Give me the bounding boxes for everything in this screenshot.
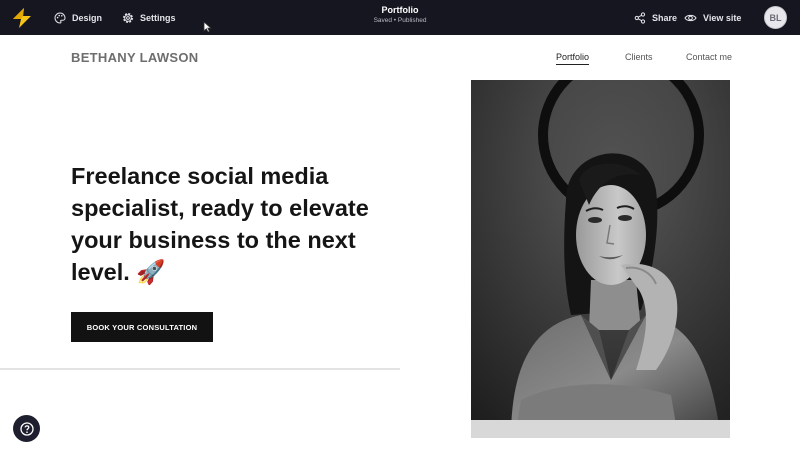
- view-site-label: View site: [703, 12, 742, 23]
- question-mark-icon: [19, 421, 34, 436]
- hero-headline-text: Freelance social media specialist, ready…: [71, 163, 369, 285]
- mouse-cursor-icon: [203, 21, 212, 33]
- rocket-emoji: 🚀: [136, 259, 166, 285]
- view-site-button[interactable]: View site: [684, 0, 741, 35]
- design-label: Design: [72, 12, 103, 23]
- nav-link-clients[interactable]: Clients: [625, 52, 653, 62]
- site-name[interactable]: BETHANY LAWSON: [71, 50, 198, 65]
- document-title-block: Portfolio Saved • Published: [340, 5, 460, 24]
- book-consultation-button[interactable]: BOOK YOUR CONSULTATION: [71, 312, 213, 342]
- user-avatar[interactable]: BL: [764, 6, 787, 29]
- share-button[interactable]: Share: [634, 0, 677, 35]
- palette-icon: [54, 11, 66, 24]
- nav-link-portfolio[interactable]: Portfolio: [556, 52, 590, 65]
- portrait-illustration: [471, 80, 730, 438]
- help-button[interactable]: [13, 415, 40, 442]
- gear-icon: [122, 12, 134, 23]
- document-title: Portfolio: [381, 5, 419, 15]
- eye-icon: [684, 14, 697, 21]
- publish-status: Saved • Published: [373, 17, 427, 24]
- hero-headline: Freelance social media specialist, ready…: [71, 160, 401, 288]
- settings-label: Settings: [140, 12, 176, 23]
- editor-toolbar: Design Settings Portfolio Saved • Publis…: [0, 0, 800, 35]
- portrait-photo: [471, 80, 730, 438]
- section-divider: [0, 368, 400, 370]
- nav-link-contact[interactable]: Contact me: [686, 52, 732, 62]
- share-icon: [634, 11, 646, 24]
- settings-button[interactable]: Settings: [122, 0, 176, 35]
- lightning-logo-icon[interactable]: [11, 7, 33, 29]
- design-button[interactable]: Design: [54, 0, 102, 35]
- share-label: Share: [652, 12, 678, 23]
